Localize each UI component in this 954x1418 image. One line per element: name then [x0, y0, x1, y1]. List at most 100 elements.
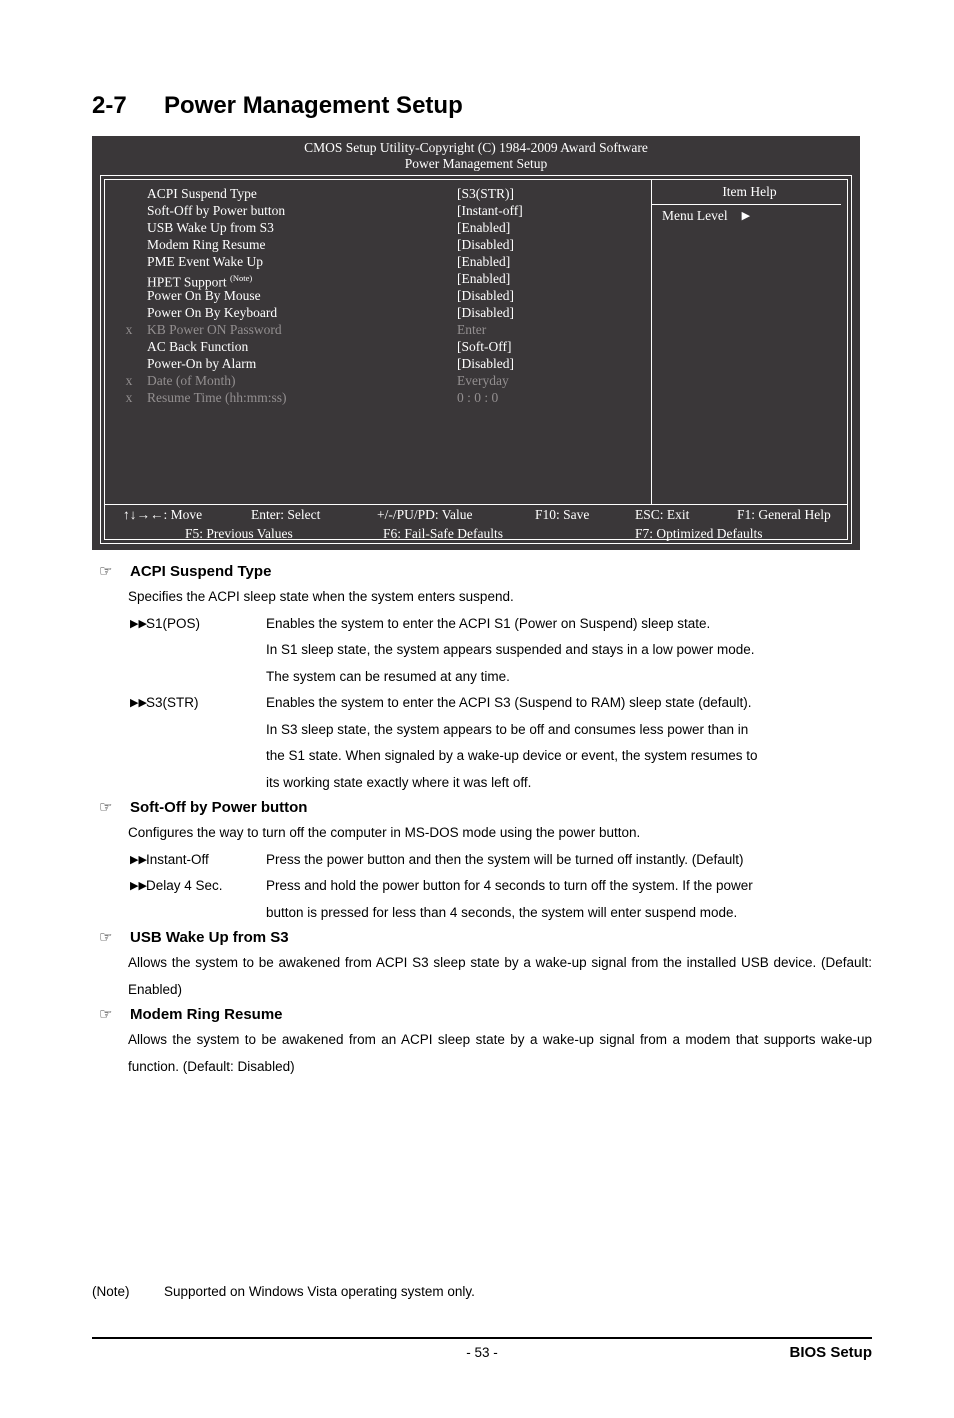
bios-setting-value[interactable]: 0 : 0 : 0: [457, 389, 498, 406]
bios-setting-value[interactable]: [Disabled]: [457, 287, 514, 304]
footnote: (Note) Supported on Windows Vista operati…: [92, 1282, 475, 1302]
option-description: Enables the system to enter the ACPI S1 …: [266, 611, 872, 691]
bios-setting-row[interactable]: Power On By Keyboard [Disabled]: [105, 304, 657, 321]
double-arrow-icon: ▶▶: [130, 853, 147, 866]
bios-setting-label-text: Soft-Off by Power button: [147, 203, 286, 218]
bios-setting-label: KB Power ON Password: [147, 321, 282, 338]
option-name: S1(POS): [146, 615, 201, 631]
section-heading: ☞ Modem Ring Resume: [99, 1003, 954, 1027]
bios-key-legend-row-2: F5: Previous Values F6: Fail-Safe Default…: [105, 524, 847, 543]
section-heading: ☞ USB Wake Up from S3: [99, 926, 954, 950]
bios-setting-label: Soft-Off by Power button: [147, 202, 285, 219]
option-entry: ▶▶ Instant-Off Press the power button and …: [130, 847, 872, 874]
bios-setting-row[interactable]: Power-On by Alarm [Disabled]: [105, 355, 657, 372]
bios-setting-label: Date (of Month): [147, 372, 235, 389]
section-heading: ☞ Soft-Off by Power button: [99, 796, 954, 820]
bios-frame-outer: ACPI Suspend Type [S3(STR)] Soft-Off by Po…: [100, 175, 852, 544]
bios-setting-row[interactable]: Soft-Off by Power button [Instant-off]: [105, 202, 657, 219]
bios-setting-value[interactable]: [Soft-Off]: [457, 338, 512, 355]
bios-setting-row[interactable]: PME Event Wake Up [Enabled]: [105, 253, 657, 270]
bios-key-hint: +/-/PU/PD: Value: [377, 507, 473, 522]
bios-disabled-marker: x: [125, 390, 133, 405]
option-entry: ▶▶ Delay 4 Sec. Press and hold the power b…: [130, 873, 872, 926]
bios-setting-label-text: Modem Ring Resume: [147, 237, 266, 252]
option-description: Enables the system to enter the ACPI S3 …: [266, 690, 872, 796]
bios-setting-label: Power-On by Alarm: [147, 355, 256, 372]
bios-setting-row[interactable]: USB Wake Up from S3 [Enabled]: [105, 219, 657, 236]
bios-setting-value[interactable]: [Disabled]: [457, 355, 514, 372]
bios-key-hint: F6: Fail-Safe Defaults: [383, 526, 503, 541]
bios-setting-row[interactable]: Power On By Mouse [Disabled]: [105, 287, 657, 304]
option-description-line: the S1 state. When signaled by a wake-up…: [266, 748, 758, 763]
bios-setting-row[interactable]: AC Back Function [Soft-Off]: [105, 338, 657, 355]
doc-section: ☞ USB Wake Up from S3 Allows the system to…: [0, 926, 954, 1003]
bios-key-hint: F1: General Help: [737, 507, 831, 522]
bios-setting-value[interactable]: Everyday: [457, 372, 509, 389]
bios-setting-label-text: Power-On by Alarm: [147, 356, 257, 371]
item-help-pane: Item Help Menu Level ▶: [651, 180, 847, 504]
bios-setting-label-text: Resume Time (hh:mm:ss): [147, 390, 287, 405]
bios-setting-label-text: Date (of Month): [147, 373, 236, 388]
bios-setting-row[interactable]: HPET Support (Note) [Enabled]: [105, 270, 657, 290]
bios-key-legend: ↑↓→←: Move Enter: Select +/-/PU/PD: Value F…: [105, 505, 847, 541]
bios-setting-row[interactable]: x Date (of Month) Everyday: [105, 372, 657, 389]
doc-section: ☞ Modem Ring Resume Allows the system to b…: [0, 1003, 954, 1080]
option-description-line: Enables the system to enter the ACPI S1 …: [266, 615, 711, 631]
bios-key-hint: F10: Save: [535, 507, 590, 522]
option-description: Press and hold the power button for 4 se…: [266, 873, 872, 926]
bios-setting-value[interactable]: [Disabled]: [457, 236, 514, 253]
option-description-line: Press and hold the power button for 4 se…: [266, 878, 753, 893]
pointing-hand-icon: ☞: [99, 799, 113, 816]
bios-setting-row[interactable]: x Resume Time (hh:mm:ss) 0 : 0 : 0: [105, 389, 657, 406]
bios-setting-row[interactable]: Modem Ring Resume [Disabled]: [105, 236, 657, 253]
section-number: 2-7: [92, 92, 127, 119]
footnote-label: (Note): [92, 1284, 130, 1299]
bios-setting-label-text: Power On By Mouse: [147, 288, 261, 303]
bios-setting-value[interactable]: Enter: [457, 321, 486, 338]
bios-disabled-marker: x: [125, 322, 133, 337]
doc-section: ☞ Soft-Off by Power button Configures the …: [0, 796, 954, 926]
section-title: Power Management Setup: [164, 92, 463, 119]
section-heading-text: Soft-Off by Power button: [130, 799, 308, 816]
chevron-right-icon: ▶: [741, 210, 751, 222]
option-description-line: In S1 sleep state, the system appears su…: [266, 642, 755, 657]
item-help-title: Item Help: [722, 184, 777, 199]
bios-setting-label-text: Power On By Keyboard: [147, 305, 278, 320]
footer-chapter-label: BIOS Setup: [789, 1344, 872, 1361]
bios-setting-row[interactable]: x KB Power ON Password Enter: [105, 321, 657, 338]
page-title: 2-7 Power Management Setup: [92, 92, 463, 120]
option-description-line: Press the power button and then the syst…: [266, 851, 744, 867]
pointing-hand-icon: ☞: [99, 1006, 113, 1023]
section-intro: Configures the way to turn off the compu…: [128, 825, 641, 840]
menu-level-row: Menu Level ▶: [662, 207, 750, 225]
bios-setting-label: Resume Time (hh:mm:ss): [147, 389, 287, 406]
bios-setting-row[interactable]: ACPI Suspend Type [S3(STR)]: [105, 185, 657, 202]
option-description-line: Enables the system to enter the ACPI S3 …: [266, 695, 752, 710]
section-heading-text: Modem Ring Resume: [130, 1006, 283, 1023]
bios-setting-label: AC Back Function: [147, 338, 248, 355]
option-description-line: its working state exactly where it was l…: [266, 774, 532, 790]
bios-key-legend-row-1: ↑↓→←: Move Enter: Select +/-/PU/PD: Value F…: [105, 505, 847, 524]
bios-setting-label-text: ACPI Suspend Type: [147, 186, 257, 201]
section-intro: Specifies the ACPI sleep state when the …: [128, 589, 514, 604]
option-description-line: The system can be resumed at any time.: [266, 668, 510, 684]
section-heading: ☞ ACPI Suspend Type: [99, 560, 954, 584]
item-help-divider: [652, 204, 841, 205]
bios-setting-value[interactable]: [Disabled]: [457, 304, 514, 321]
option-entry: ▶▶ S3(STR) Enables the system to enter the…: [130, 690, 872, 796]
bios-setup-screen: CMOS Setup Utility-Copyright (C) 1984-20…: [92, 136, 860, 550]
bios-setting-value[interactable]: [Instant-off]: [457, 202, 523, 219]
bios-key-hint: Enter: Select: [251, 507, 321, 522]
bios-setting-value[interactable]: [S3(STR)]: [457, 185, 514, 202]
double-arrow-icon: ▶▶: [130, 617, 147, 630]
bios-body: ACPI Suspend Type [S3(STR)] Soft-Off by Po…: [105, 180, 847, 504]
bios-setting-note-superscript: (Note): [230, 273, 253, 283]
bios-setting-value[interactable]: [Enabled]: [457, 270, 510, 287]
double-arrow-icon: ▶▶: [130, 697, 147, 709]
option-description-line: button is pressed for less than 4 second…: [266, 904, 738, 920]
bios-setting-label: ACPI Suspend Type: [147, 185, 257, 202]
document-body: ☞ ACPI Suspend Type Specifies the ACPI sle…: [0, 560, 954, 1080]
bios-setting-value[interactable]: [Enabled]: [457, 253, 510, 270]
bios-setting-value[interactable]: [Enabled]: [457, 219, 510, 236]
bios-copyright-title: CMOS Setup Utility-Copyright (C) 1984-20…: [304, 140, 648, 155]
